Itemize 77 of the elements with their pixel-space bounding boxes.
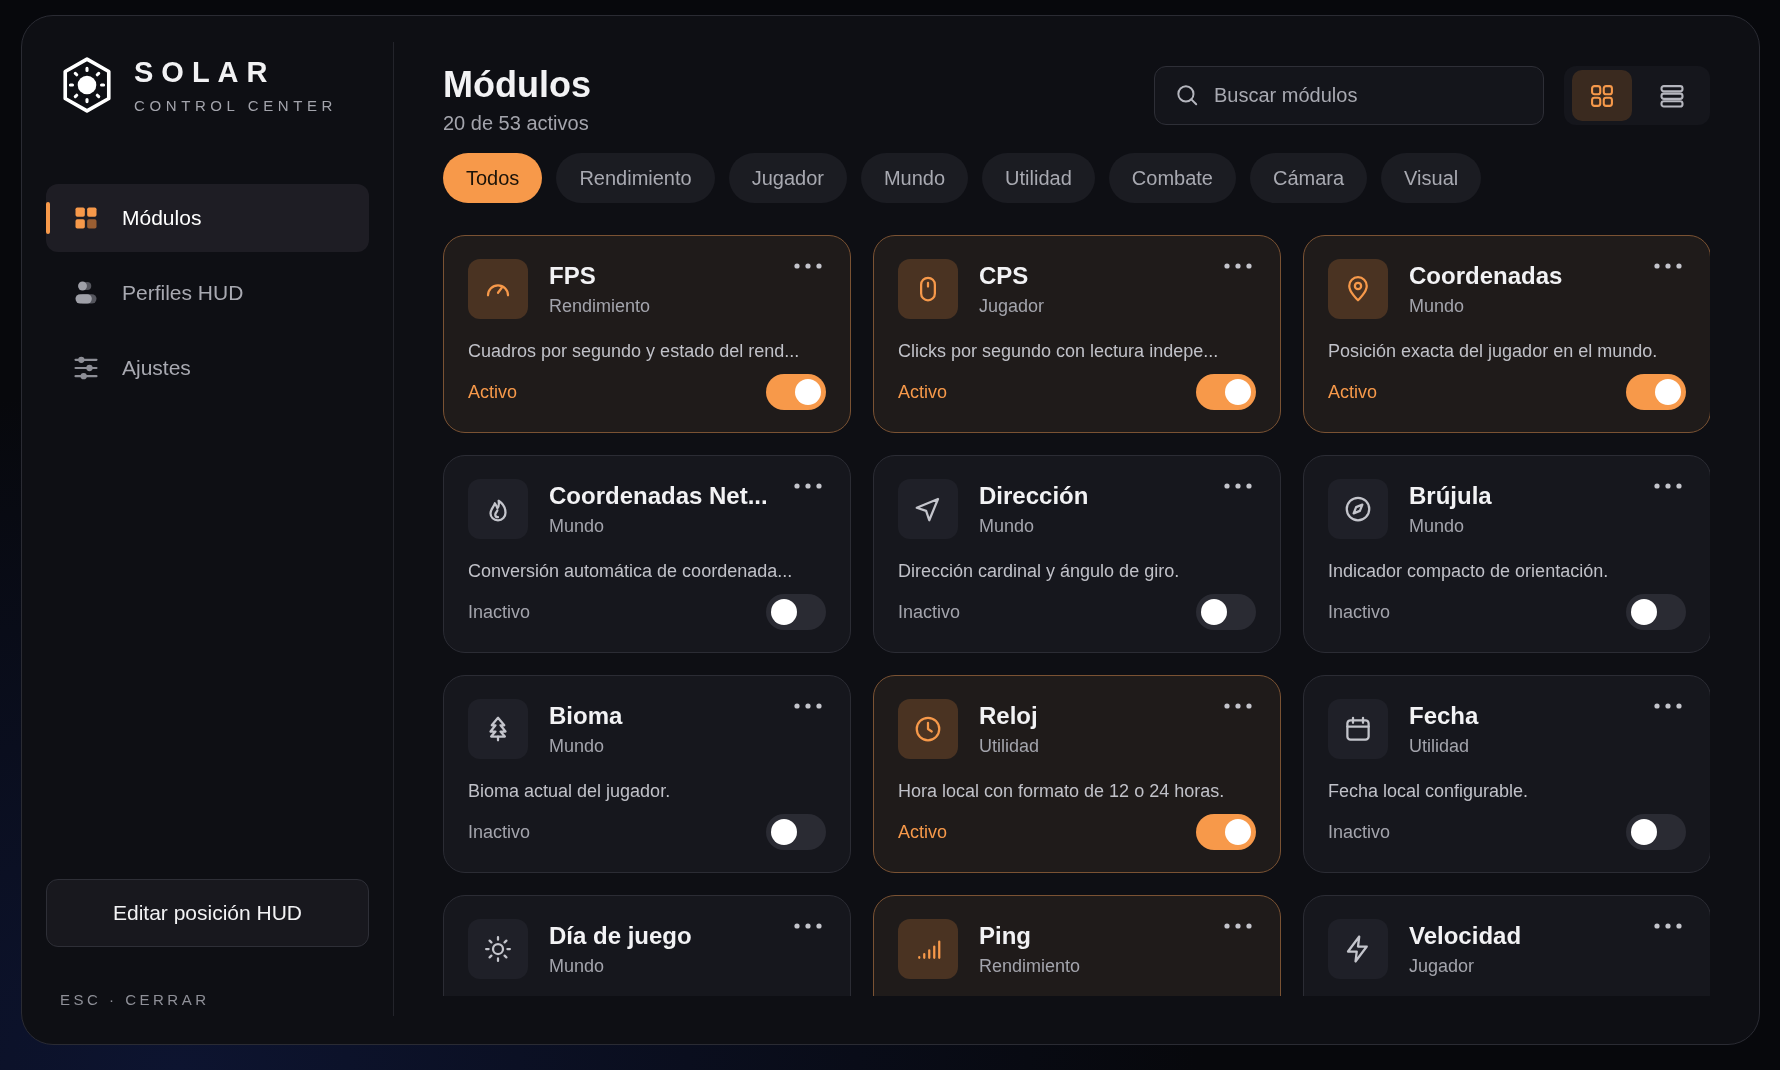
toggle-switch[interactable] xyxy=(1196,594,1256,630)
brand-name: SOLAR xyxy=(134,56,277,89)
status-label: Activo xyxy=(898,821,948,843)
toggle-switch[interactable] xyxy=(766,594,826,630)
module-description: Cuadros por segundo y estado del rend... xyxy=(468,341,801,362)
module-category: Mundo xyxy=(979,516,1036,537)
module-description: Bioma actual del jugador. xyxy=(468,781,672,802)
module-category: Jugador xyxy=(1409,956,1476,977)
status-label: Inactivo xyxy=(898,601,961,623)
module-description: Clicks por segundo con lectura indepe... xyxy=(898,341,1220,362)
module-title: CPS xyxy=(979,262,1030,290)
module-category: Mundo xyxy=(549,736,606,757)
module-title: Ping xyxy=(979,922,1032,950)
module-title: Reloj xyxy=(979,702,1039,730)
sidebar-item[interactable]: Módulos xyxy=(46,184,369,252)
active-count: 20 de 53 activos xyxy=(443,112,590,135)
module-title: Velocidad xyxy=(1409,922,1523,950)
filter-tab[interactable]: Combate xyxy=(1108,153,1236,203)
module-category: Utilidad xyxy=(1409,736,1471,757)
filter-tab[interactable]: Cámara xyxy=(1249,153,1368,203)
module-title: Coordenadas Net... xyxy=(549,482,769,510)
filter-tab[interactable]: Todos xyxy=(443,153,543,203)
compass-icon xyxy=(1343,494,1373,524)
module-description: Indicador compacto de orientación. xyxy=(1328,561,1610,582)
module-description: Dirección cardinal y ángulo de giro. xyxy=(898,561,1181,582)
status-label: Inactivo xyxy=(468,821,531,843)
sidebar-item[interactable]: Perfiles HUD xyxy=(46,259,369,327)
sidebar-item[interactable]: Ajustes xyxy=(46,334,369,402)
module-title: Brújula xyxy=(1409,482,1493,510)
search-field[interactable]: Buscar módulos xyxy=(1154,66,1544,125)
filter-tab[interactable]: Rendimiento xyxy=(556,153,715,203)
module-title: FPS xyxy=(549,262,597,290)
toggle-switch[interactable] xyxy=(1196,374,1256,410)
status-label: Inactivo xyxy=(1328,821,1391,843)
sliders-icon xyxy=(72,354,100,382)
toggle-switch[interactable] xyxy=(1626,374,1686,410)
sun-hexagon-logo xyxy=(62,57,112,113)
brand-tagline: CONTROL CENTER xyxy=(134,97,338,114)
module-title: Fecha xyxy=(1409,702,1480,730)
module-title: Bioma xyxy=(549,702,624,730)
module-description: Hora local con formato de 12 o 24 horas. xyxy=(898,781,1226,802)
module-description: Posición exacta del jugador en el mundo. xyxy=(1328,341,1659,362)
edit-hud-position-button[interactable]: Editar posición HUD xyxy=(46,879,369,947)
toggle-switch[interactable] xyxy=(766,814,826,850)
filter-tab[interactable]: Utilidad xyxy=(982,153,1095,203)
module-category: Utilidad xyxy=(979,736,1041,757)
module-category: Jugador xyxy=(979,296,1046,317)
module-category: Mundo xyxy=(1409,516,1466,537)
status-label: Activo xyxy=(468,381,518,403)
module-category: Mundo xyxy=(549,516,606,537)
grid-view-button[interactable] xyxy=(1572,70,1632,121)
module-description: Conversión automática de coordenada... xyxy=(468,561,794,582)
calendar-icon xyxy=(1343,714,1373,744)
toggle-switch[interactable] xyxy=(766,374,826,410)
status-label: Inactivo xyxy=(468,601,531,623)
module-category: Mundo xyxy=(1409,296,1466,317)
status-label: Activo xyxy=(1328,381,1378,403)
filter-tab[interactable]: Visual xyxy=(1381,153,1482,203)
module-title: Dirección xyxy=(979,482,1090,510)
sun-icon xyxy=(483,934,513,964)
status-label: Activo xyxy=(898,381,948,403)
active-indicator xyxy=(46,202,50,234)
filter-tab[interactable]: Jugador xyxy=(728,153,847,203)
filter-tab[interactable]: Mundo xyxy=(860,153,969,203)
module-category: Rendimiento xyxy=(979,956,1082,977)
toggle-switch[interactable] xyxy=(1626,594,1686,630)
module-category: Rendimiento xyxy=(549,296,652,317)
module-title: Día de juego xyxy=(549,922,693,950)
toggle-switch[interactable] xyxy=(1196,814,1256,850)
keyboard-hint: ESC · CERRAR xyxy=(59,991,211,1008)
toggle-switch[interactable] xyxy=(1626,814,1686,850)
clock-icon xyxy=(913,714,943,744)
module-description: Fecha local configurable. xyxy=(1328,781,1530,802)
status-label: Inactivo xyxy=(1328,601,1391,623)
page-title: Módulos xyxy=(443,64,592,106)
module-title: Coordenadas xyxy=(1409,262,1564,290)
module-category: Mundo xyxy=(549,956,606,977)
